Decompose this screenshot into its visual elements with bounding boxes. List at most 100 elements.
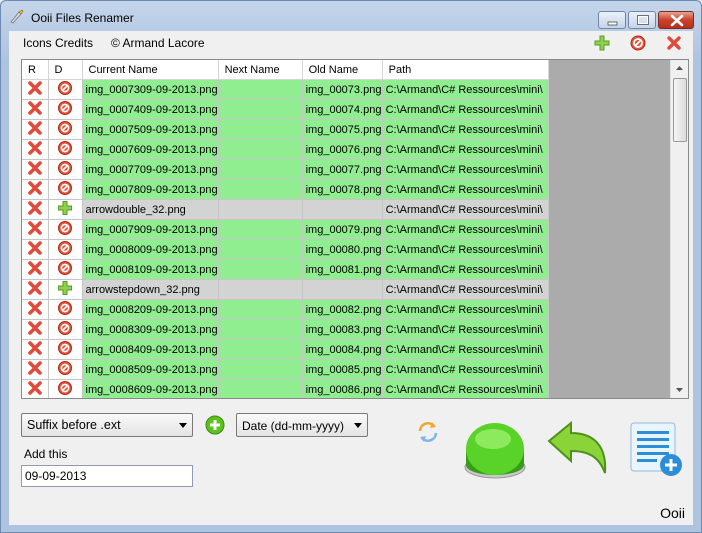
cell-next-name[interactable] <box>218 79 303 100</box>
no-entry-icon[interactable] <box>57 180 73 196</box>
cell-delete[interactable] <box>48 359 83 380</box>
remove-row-icon[interactable] <box>27 140 43 156</box>
cell-old-name[interactable]: img_00075.png <box>302 119 383 140</box>
table-row[interactable]: img_0008109-09-2013.png img_00081.png C:\A… <box>22 259 549 280</box>
cell-delete[interactable] <box>48 219 83 240</box>
cell-remove[interactable] <box>22 179 49 200</box>
clear-list-icon[interactable] <box>665 34 683 52</box>
cell-delete[interactable] <box>48 259 83 280</box>
cell-remove[interactable] <box>22 199 49 220</box>
cell-delete[interactable] <box>48 119 83 140</box>
vertical-scrollbar[interactable] <box>670 60 688 398</box>
cell-next-name[interactable] <box>218 159 303 180</box>
cell-next-name[interactable] <box>218 179 303 200</box>
cell-current-name[interactable]: img_0008009-09-2013.png <box>82 239 219 260</box>
cell-path[interactable]: C:\Armand\C# Ressources\mini\ <box>382 119 549 140</box>
cell-next-name[interactable] <box>218 99 303 120</box>
cell-remove[interactable] <box>22 79 49 100</box>
cell-old-name[interactable]: img_00078.png <box>302 179 383 200</box>
cell-old-name[interactable]: img_00079.png <box>302 219 383 240</box>
cell-current-name[interactable]: arrowstepdown_32.png <box>82 279 219 300</box>
cell-next-name[interactable] <box>218 299 303 320</box>
cell-old-name[interactable]: img_00073.png <box>302 79 383 100</box>
remove-row-icon[interactable] <box>27 180 43 196</box>
cell-path[interactable]: C:\Armand\C# Ressources\mini\ <box>382 339 549 360</box>
cell-remove[interactable] <box>22 379 49 398</box>
remove-row-icon[interactable] <box>27 160 43 176</box>
cell-next-name[interactable] <box>218 339 303 360</box>
cell-delete[interactable] <box>48 339 83 360</box>
cell-current-name[interactable]: img_0007809-09-2013.png <box>82 179 219 200</box>
cell-current-name[interactable]: img_0008209-09-2013.png <box>82 299 219 320</box>
cell-path[interactable]: C:\Armand\C# Ressources\mini\ <box>382 359 549 380</box>
no-entry-icon[interactable] <box>57 160 73 176</box>
scroll-down-icon[interactable] <box>671 381 688 398</box>
cell-remove[interactable] <box>22 359 49 380</box>
cell-delete[interactable] <box>48 279 83 300</box>
no-entry-icon[interactable] <box>57 240 73 256</box>
table-row[interactable]: img_0007509-09-2013.png img_00075.png C:\A… <box>22 119 549 140</box>
cell-delete[interactable] <box>48 159 83 180</box>
cell-delete[interactable] <box>48 179 83 200</box>
add-files-icon[interactable] <box>593 34 611 52</box>
cell-next-name[interactable] <box>218 379 303 398</box>
table-row[interactable]: img_0007809-09-2013.png img_00078.png C:\A… <box>22 179 549 200</box>
column-header-path[interactable]: Path <box>382 60 549 80</box>
cell-old-name[interactable]: img_00085.png <box>302 359 383 380</box>
format-select[interactable]: Date (dd-mm-yyyy) <box>236 413 368 437</box>
cell-remove[interactable] <box>22 159 49 180</box>
no-entry-icon[interactable] <box>57 360 73 376</box>
cell-current-name[interactable]: img_0008509-09-2013.png <box>82 359 219 380</box>
cell-old-name[interactable] <box>302 199 383 220</box>
cell-old-name[interactable]: img_00081.png <box>302 259 383 280</box>
table-row[interactable]: img_0007409-09-2013.png img_00074.png C:\A… <box>22 99 549 120</box>
table-row[interactable]: arrowdouble_32.png C:\Armand\C# Ressource… <box>22 199 549 220</box>
minimize-button[interactable] <box>598 11 626 29</box>
cell-remove[interactable] <box>22 239 49 260</box>
cell-delete[interactable] <box>48 319 83 340</box>
table-row[interactable]: img_0008209-09-2013.png img_00082.png C:\A… <box>22 299 549 320</box>
menu-icons-credits[interactable]: Icons Credits <box>23 36 93 50</box>
cell-path[interactable]: C:\Armand\C# Ressources\mini\ <box>382 279 549 300</box>
cell-old-name[interactable]: img_00074.png <box>302 99 383 120</box>
cell-path[interactable]: C:\Armand\C# Ressources\mini\ <box>382 139 549 160</box>
cell-old-name[interactable]: img_00080.png <box>302 239 383 260</box>
cell-old-name[interactable]: img_00083.png <box>302 319 383 340</box>
cell-current-name[interactable]: img_0008109-09-2013.png <box>82 259 219 280</box>
column-header-d[interactable]: D <box>48 60 83 80</box>
add-this-input[interactable] <box>25 467 185 485</box>
table-row[interactable]: img_0008409-09-2013.png img_00084.png C:\A… <box>22 339 549 360</box>
cell-current-name[interactable]: img_0007409-09-2013.png <box>82 99 219 120</box>
cell-remove[interactable] <box>22 279 49 300</box>
cell-next-name[interactable] <box>218 279 303 300</box>
column-header-old-name[interactable]: Old Name <box>302 60 383 80</box>
remove-row-icon[interactable] <box>27 80 43 96</box>
cell-remove[interactable] <box>22 219 49 240</box>
title-bar[interactable]: Ooii Files Renamer <box>1 1 701 33</box>
cell-next-name[interactable] <box>218 359 303 380</box>
no-entry-icon[interactable] <box>57 340 73 356</box>
table-row[interactable]: img_0007309-09-2013.png img_00073.png C:\A… <box>22 79 549 100</box>
cell-delete[interactable] <box>48 139 83 160</box>
cell-old-name[interactable]: img_00082.png <box>302 299 383 320</box>
cell-path[interactable]: C:\Armand\C# Ressources\mini\ <box>382 99 549 120</box>
remove-row-icon[interactable] <box>27 120 43 136</box>
cell-remove[interactable] <box>22 339 49 360</box>
cell-path[interactable]: C:\Armand\C# Ressources\mini\ <box>382 259 549 280</box>
column-header-next-name[interactable]: Next Name <box>218 60 303 80</box>
remove-row-icon[interactable] <box>27 240 43 256</box>
cell-path[interactable]: C:\Armand\C# Ressources\mini\ <box>382 379 549 398</box>
mode-select[interactable]: Suffix before .ext <box>21 413 193 437</box>
remove-row-icon[interactable] <box>27 220 43 236</box>
remove-row-icon[interactable] <box>27 300 43 316</box>
cell-delete[interactable] <box>48 299 83 320</box>
table-row[interactable]: img_0007909-09-2013.png img_00079.png C:\A… <box>22 219 549 240</box>
menu-author[interactable]: © Armand Lacore <box>111 36 205 50</box>
table-row[interactable]: img_0008009-09-2013.png img_00080.png C:\A… <box>22 239 549 260</box>
green-run-button[interactable] <box>463 419 527 481</box>
cell-remove[interactable] <box>22 119 49 140</box>
undo-icon[interactable] <box>545 419 611 481</box>
files-grid[interactable]: R D Current Name Next Name Old Name Path… <box>21 59 689 399</box>
cell-remove[interactable] <box>22 259 49 280</box>
cell-next-name[interactable] <box>218 259 303 280</box>
